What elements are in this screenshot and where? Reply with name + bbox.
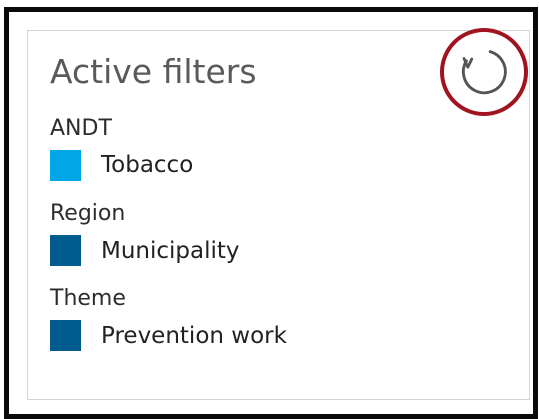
panel-title: Active filters <box>50 52 257 91</box>
filter-group-label-theme: Theme <box>50 286 126 311</box>
filter-group-label-region: Region <box>50 201 126 226</box>
filter-item-prevention-work[interactable]: Prevention work <box>101 321 287 351</box>
filter-group-label-andt: ANDT <box>50 116 112 141</box>
filter-color-swatch <box>50 235 81 266</box>
filter-item-municipality[interactable]: Municipality <box>101 236 240 266</box>
highlight-circle <box>440 28 528 116</box>
reset-filters-button[interactable] <box>440 28 528 116</box>
filter-item-tobacco[interactable]: Tobacco <box>101 150 193 180</box>
reset-refresh-icon <box>440 28 528 116</box>
filter-color-swatch <box>50 150 81 181</box>
filter-color-swatch <box>50 320 81 351</box>
